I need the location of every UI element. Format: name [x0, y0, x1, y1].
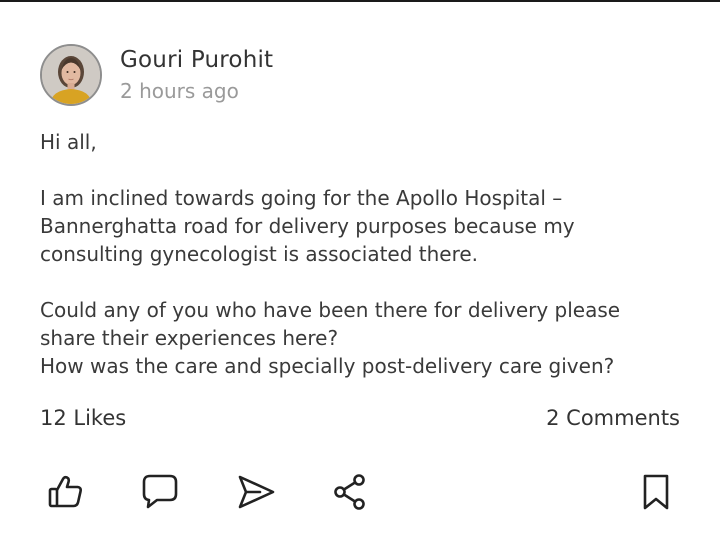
share-icon: [334, 474, 365, 510]
post-stats: 12 Likes 2 Comments: [40, 406, 680, 430]
bookmark-icon: [643, 474, 669, 510]
comments-count[interactable]: 2 Comments: [546, 406, 680, 430]
like-button[interactable]: [44, 470, 88, 514]
share-button[interactable]: [328, 470, 372, 514]
avatar[interactable]: [40, 44, 102, 106]
bookmark-button[interactable]: [634, 470, 678, 514]
likes-count[interactable]: 12 Likes: [40, 406, 126, 430]
post-timestamp: 2 hours ago: [120, 79, 239, 103]
author-name[interactable]: Gouri Purohit: [120, 45, 273, 75]
post-header: Gouri Purohit 2 hours ago: [40, 42, 273, 108]
post-body: Hi all, I am inclined towards going for …: [40, 128, 700, 408]
post-greeting: Hi all,: [40, 130, 97, 154]
post-paragraph: Could any of you who have been there for…: [40, 298, 621, 378]
user-avatar-icon: [42, 46, 100, 104]
comment-button[interactable]: [138, 470, 182, 514]
post-card: Gouri Purohit 2 hours ago Hi all, I am i…: [0, 2, 720, 553]
thumbs-up-icon: [48, 475, 82, 508]
post-actions: [44, 470, 674, 514]
post-paragraph: I am inclined towards going for the Apol…: [40, 186, 575, 266]
send-icon: [238, 475, 275, 509]
author-meta: Gouri Purohit 2 hours ago: [120, 45, 273, 105]
send-button[interactable]: [234, 470, 278, 514]
speech-bubble-icon: [142, 474, 178, 509]
